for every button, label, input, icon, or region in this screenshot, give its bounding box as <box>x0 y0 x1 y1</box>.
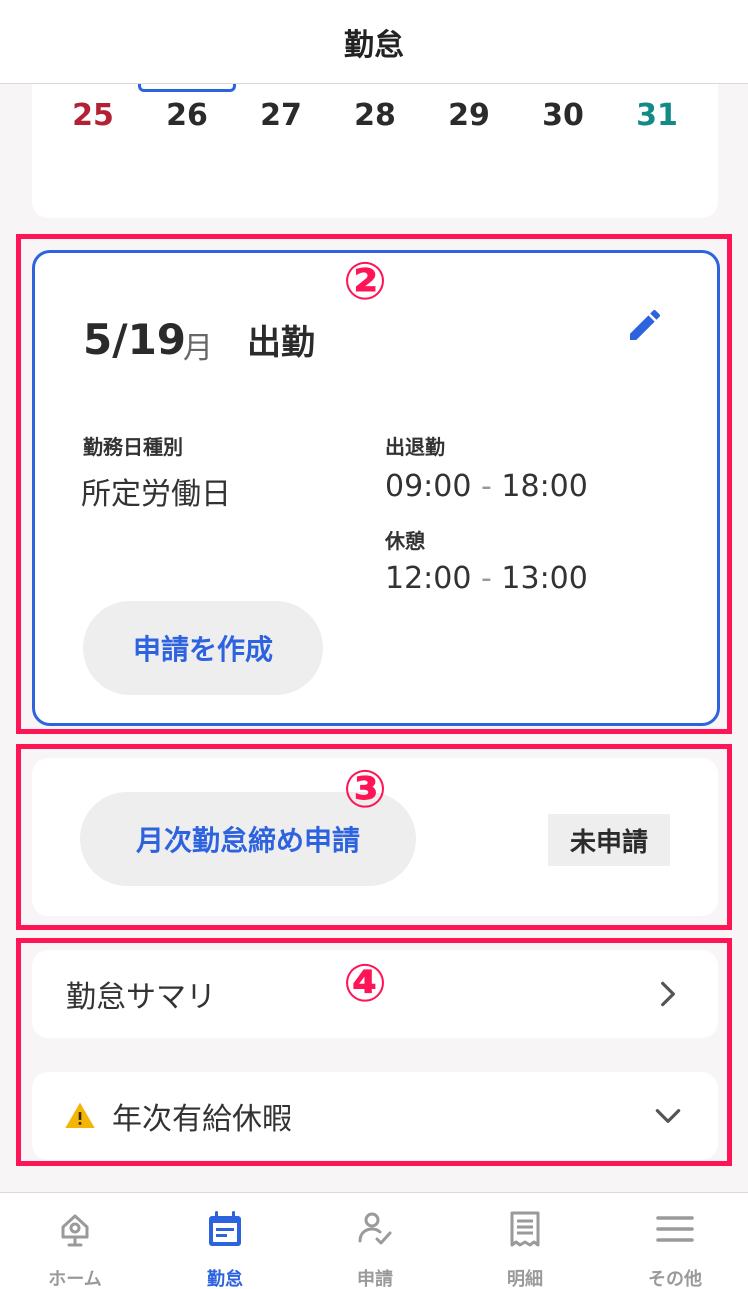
tab-attendance[interactable]: 勤怠 <box>150 1193 300 1289</box>
attendance-end: 18:00 <box>501 469 588 504</box>
summary-label: 勤怠サマリ <box>66 980 216 1015</box>
pencil-icon[interactable] <box>625 305 665 345</box>
work-type-value: 所定労働日 <box>81 477 231 512</box>
week-calendar: 25 26 27 28 29 30 31 <box>32 84 718 218</box>
tab-other[interactable]: その他 <box>600 1193 748 1289</box>
annotation-number-3: ③ <box>343 760 388 820</box>
paid-leave-label: 年次有給休暇 <box>112 1102 292 1137</box>
bottom-tab-bar: ホーム 勤怠 申請 明細 その他 <box>0 1192 748 1289</box>
selected-day-indicator <box>138 84 236 92</box>
home-icon <box>61 1214 89 1247</box>
tab-request[interactable]: 申請 <box>300 1193 450 1289</box>
attendance-status: 出勤 <box>247 323 315 363</box>
annotation-number-4: ④ <box>343 954 388 1014</box>
paid-leave-row[interactable]: 年次有給休暇 <box>32 1072 718 1160</box>
work-type-label: 勤務日種別 <box>83 435 183 459</box>
tab-label: その他 <box>648 1269 702 1289</box>
range-separator: - <box>481 561 492 596</box>
calendar-day[interactable]: 31 <box>610 98 704 133</box>
chevron-right-icon <box>661 981 675 1007</box>
tab-home[interactable]: ホーム <box>0 1193 150 1289</box>
tab-statement[interactable]: 明細 <box>450 1193 600 1289</box>
calendar-day[interactable]: 25 <box>46 98 140 133</box>
break-end: 13:00 <box>501 561 588 596</box>
break-start: 12:00 <box>385 561 472 596</box>
day-of-week: 月 <box>183 331 213 366</box>
calendar-icon <box>209 1211 241 1246</box>
calendar-day[interactable]: 28 <box>328 98 422 133</box>
attendance-label: 出退勤 <box>385 435 445 459</box>
app-header: 勤怠 <box>0 0 748 84</box>
status-badge: 未申請 <box>548 814 670 866</box>
selected-date: 5/19 <box>83 315 187 364</box>
tab-label: 勤怠 <box>207 1269 243 1289</box>
break-label: 休憩 <box>385 529 425 553</box>
attendance-start: 09:00 <box>385 469 472 504</box>
range-separator: - <box>481 469 492 504</box>
annotation-number-2: ② <box>343 252 388 312</box>
tab-label: 明細 <box>507 1269 543 1289</box>
calendar-day[interactable]: 26 <box>140 98 234 133</box>
warning-icon <box>65 1102 95 1128</box>
page-title: 勤怠 <box>344 27 404 63</box>
request-icon <box>358 1212 392 1245</box>
calendar-day[interactable]: 27 <box>234 98 328 133</box>
break-time: 12:00 - 13:00 <box>385 561 588 596</box>
calendar-day[interactable]: 30 <box>516 98 610 133</box>
calendar-day[interactable]: 29 <box>422 98 516 133</box>
receipt-icon <box>510 1211 540 1247</box>
tab-label: ホーム <box>48 1269 102 1289</box>
tab-label: 申請 <box>357 1269 393 1289</box>
attendance-time: 09:00 - 18:00 <box>385 469 588 504</box>
menu-icon <box>656 1216 694 1242</box>
day-detail-card: 5/19 月 出勤 勤務日種別 所定労働日 出退勤 09:00 - 18:00 … <box>32 250 720 726</box>
create-request-button[interactable]: 申請を作成 <box>83 601 323 695</box>
chevron-down-icon <box>655 1109 681 1123</box>
